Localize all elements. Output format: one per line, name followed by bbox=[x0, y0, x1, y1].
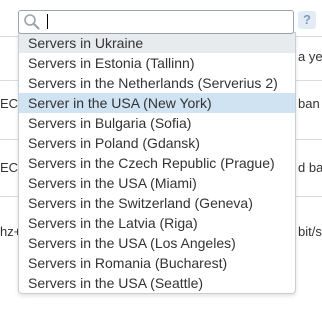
text-cursor bbox=[47, 14, 48, 29]
background-text: a ye bbox=[298, 49, 322, 64]
server-option[interactable]: Servers in Romania (Bucharest) bbox=[19, 253, 295, 273]
background-text: ban bbox=[298, 96, 320, 111]
background-text: bit/s bbox=[298, 224, 322, 239]
server-option[interactable]: Servers in the Czech Republic (Prague) bbox=[19, 153, 295, 173]
server-option[interactable]: Servers in Bulgaria (Sofia) bbox=[19, 113, 295, 133]
background-text: d ba bbox=[298, 160, 322, 175]
server-option[interactable]: Servers in Estonia (Tallinn) bbox=[19, 53, 295, 73]
background-text: EC bbox=[0, 160, 19, 175]
server-option[interactable]: Servers in Ukraine bbox=[19, 33, 295, 53]
server-option[interactable]: Servers in the Latvia (Riga) bbox=[19, 213, 295, 233]
server-option[interactable]: Servers in the USA (Seattle) bbox=[19, 273, 295, 293]
server-option[interactable]: Servers in the Netherlands (Serverius 2) bbox=[19, 73, 295, 93]
server-option[interactable]: Servers in Poland (Gdansk) bbox=[19, 133, 295, 153]
server-dropdown: Servers in Ukraine Servers in Estonia (Ta… bbox=[18, 32, 296, 294]
search-icon bbox=[23, 13, 41, 31]
help-button[interactable]: ? bbox=[298, 11, 316, 29]
server-list: Servers in Ukraine Servers in Estonia (Ta… bbox=[19, 33, 295, 293]
server-option[interactable]: Servers in the USA (Los Angeles) bbox=[19, 233, 295, 253]
search-input[interactable] bbox=[43, 12, 283, 30]
server-option[interactable]: Servers in the USA (Miami) bbox=[19, 173, 295, 193]
background-text: EC bbox=[0, 96, 19, 111]
server-option[interactable]: Server in the USA (New York) bbox=[19, 93, 295, 113]
search-box[interactable] bbox=[18, 10, 294, 34]
server-option[interactable]: Servers in the Switzerland (Geneva) bbox=[19, 193, 295, 213]
